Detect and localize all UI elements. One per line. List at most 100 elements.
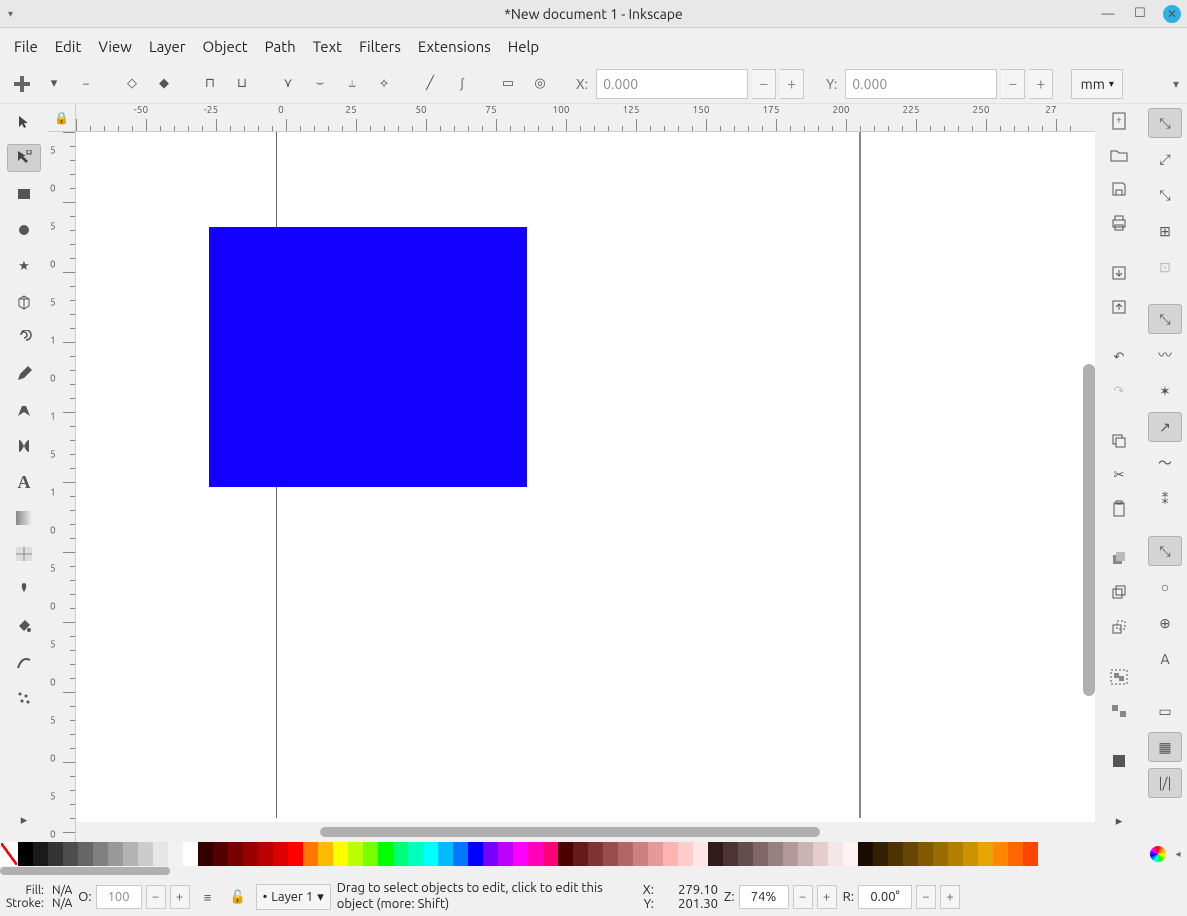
mesh-tool[interactable] [7, 540, 41, 568]
color-swatch[interactable] [543, 842, 558, 866]
ellipse-tool[interactable] [7, 216, 41, 244]
menu-object[interactable]: Object [202, 38, 247, 55]
paintbucket-tool[interactable] [7, 612, 41, 640]
color-swatch[interactable] [828, 842, 843, 866]
color-swatch[interactable] [468, 842, 483, 866]
color-swatch[interactable] [813, 842, 828, 866]
snap-line-midpoints-icon[interactable]: ⁑ [1148, 484, 1182, 514]
cut-icon[interactable]: ✂ [1103, 462, 1135, 488]
color-swatch[interactable] [183, 842, 198, 866]
menu-file[interactable]: File [14, 38, 38, 55]
color-swatch[interactable] [138, 842, 153, 866]
print-icon[interactable] [1103, 210, 1135, 236]
color-swatch[interactable] [273, 842, 288, 866]
more-commands-icon[interactable]: ▸ [1103, 808, 1135, 834]
color-swatch[interactable] [258, 842, 273, 866]
menu-view[interactable]: View [98, 38, 132, 55]
color-swatch[interactable] [378, 842, 393, 866]
minimize-button[interactable]: — [1099, 5, 1117, 23]
drawn-rectangle[interactable] [209, 227, 527, 487]
unit-selector[interactable]: mm▾ [1071, 69, 1123, 99]
export-icon[interactable] [1103, 294, 1135, 320]
color-swatch[interactable] [573, 842, 588, 866]
color-swatch[interactable] [78, 842, 93, 866]
gradient-tool[interactable] [7, 504, 41, 532]
opacity-field[interactable]: 100 [96, 885, 142, 909]
color-swatch[interactable] [48, 842, 63, 866]
y-coord-field[interactable]: 0.000 [845, 69, 997, 99]
opacity-decrement[interactable]: − [146, 885, 166, 909]
color-swatch[interactable] [978, 842, 993, 866]
color-swatch[interactable] [558, 842, 573, 866]
palette-scrollbar[interactable] [0, 866, 1187, 878]
rectangle-tool[interactable] [7, 180, 41, 208]
snap-rotation-centers-icon[interactable]: ⊕ [1148, 608, 1182, 638]
color-swatch[interactable] [168, 842, 183, 866]
snap-bbox-edges-icon[interactable]: ⊞ [1148, 216, 1182, 246]
color-swatch[interactable] [348, 842, 363, 866]
zoom-field[interactable]: 74% [739, 885, 789, 909]
zoom-in[interactable]: + [817, 885, 837, 909]
node-auto-icon[interactable]: ⟡ [370, 70, 398, 98]
3dbox-tool[interactable] [7, 288, 41, 316]
pen-tool[interactable] [7, 396, 41, 424]
clone-icon[interactable] [1103, 580, 1135, 606]
color-swatch[interactable] [108, 842, 123, 866]
rotate-field[interactable]: 0.00° [858, 885, 912, 909]
delete-node-icon[interactable]: − [72, 70, 100, 98]
color-swatch[interactable] [903, 842, 918, 866]
color-swatch[interactable] [318, 842, 333, 866]
color-swatch[interactable] [753, 842, 768, 866]
rotate-increment[interactable]: + [940, 885, 960, 909]
color-swatch[interactable] [933, 842, 948, 866]
color-wheel-icon[interactable] [1147, 842, 1169, 866]
color-swatch[interactable] [33, 842, 48, 866]
color-swatch[interactable] [438, 842, 453, 866]
color-swatch[interactable] [513, 842, 528, 866]
save-icon[interactable] [1103, 176, 1135, 202]
color-swatch[interactable] [768, 842, 783, 866]
color-swatch[interactable] [918, 842, 933, 866]
color-swatch[interactable] [1008, 842, 1023, 866]
x-increment[interactable]: + [780, 69, 804, 99]
color-swatch[interactable] [18, 842, 33, 866]
calligraphy-tool[interactable] [7, 432, 41, 460]
color-swatch[interactable] [738, 842, 753, 866]
color-swatch[interactable] [843, 842, 858, 866]
opacity-increment[interactable]: + [170, 885, 190, 909]
insert-node-icon[interactable] [8, 70, 36, 98]
snap-object-centers-icon[interactable]: ○ [1148, 572, 1182, 602]
color-swatch[interactable] [363, 842, 378, 866]
snap-paths-icon[interactable]: 〰 [1148, 340, 1182, 370]
color-swatch[interactable] [588, 842, 603, 866]
color-swatch[interactable] [993, 842, 1008, 866]
vertical-scrollbar[interactable] [1083, 364, 1095, 696]
color-swatch[interactable] [648, 842, 663, 866]
snap-guides-icon[interactable]: |/| [1148, 768, 1182, 798]
tweak-tool[interactable] [7, 648, 41, 676]
fill-stroke-indicator[interactable]: Fill:N/A Stroke:N/A [6, 884, 72, 910]
snap-cusp-nodes-icon[interactable]: ↗ [1148, 412, 1182, 442]
color-swatch[interactable] [198, 842, 213, 866]
undo-icon[interactable]: ↶ [1103, 344, 1135, 370]
color-swatch[interactable] [693, 842, 708, 866]
pencil-tool[interactable] [7, 360, 41, 388]
no-fill-swatch[interactable] [0, 842, 18, 866]
color-swatch[interactable] [393, 842, 408, 866]
color-swatch[interactable] [498, 842, 513, 866]
color-swatch[interactable] [963, 842, 978, 866]
color-swatch[interactable] [408, 842, 423, 866]
color-swatch[interactable] [663, 842, 678, 866]
canvas[interactable] [76, 132, 1095, 822]
color-swatch[interactable] [873, 842, 888, 866]
close-button[interactable]: ✕ [1163, 5, 1181, 23]
delete-segment-icon[interactable]: ⊔ [228, 70, 256, 98]
window-menu-icon[interactable]: ▾ [8, 8, 13, 20]
color-swatch[interactable] [243, 842, 258, 866]
dropper-tool[interactable] [7, 576, 41, 604]
menu-extensions[interactable]: Extensions [418, 38, 491, 55]
color-swatch[interactable] [423, 842, 438, 866]
y-decrement[interactable]: − [1001, 69, 1025, 99]
menu-help[interactable]: Help [508, 38, 539, 55]
color-swatch[interactable] [708, 842, 723, 866]
